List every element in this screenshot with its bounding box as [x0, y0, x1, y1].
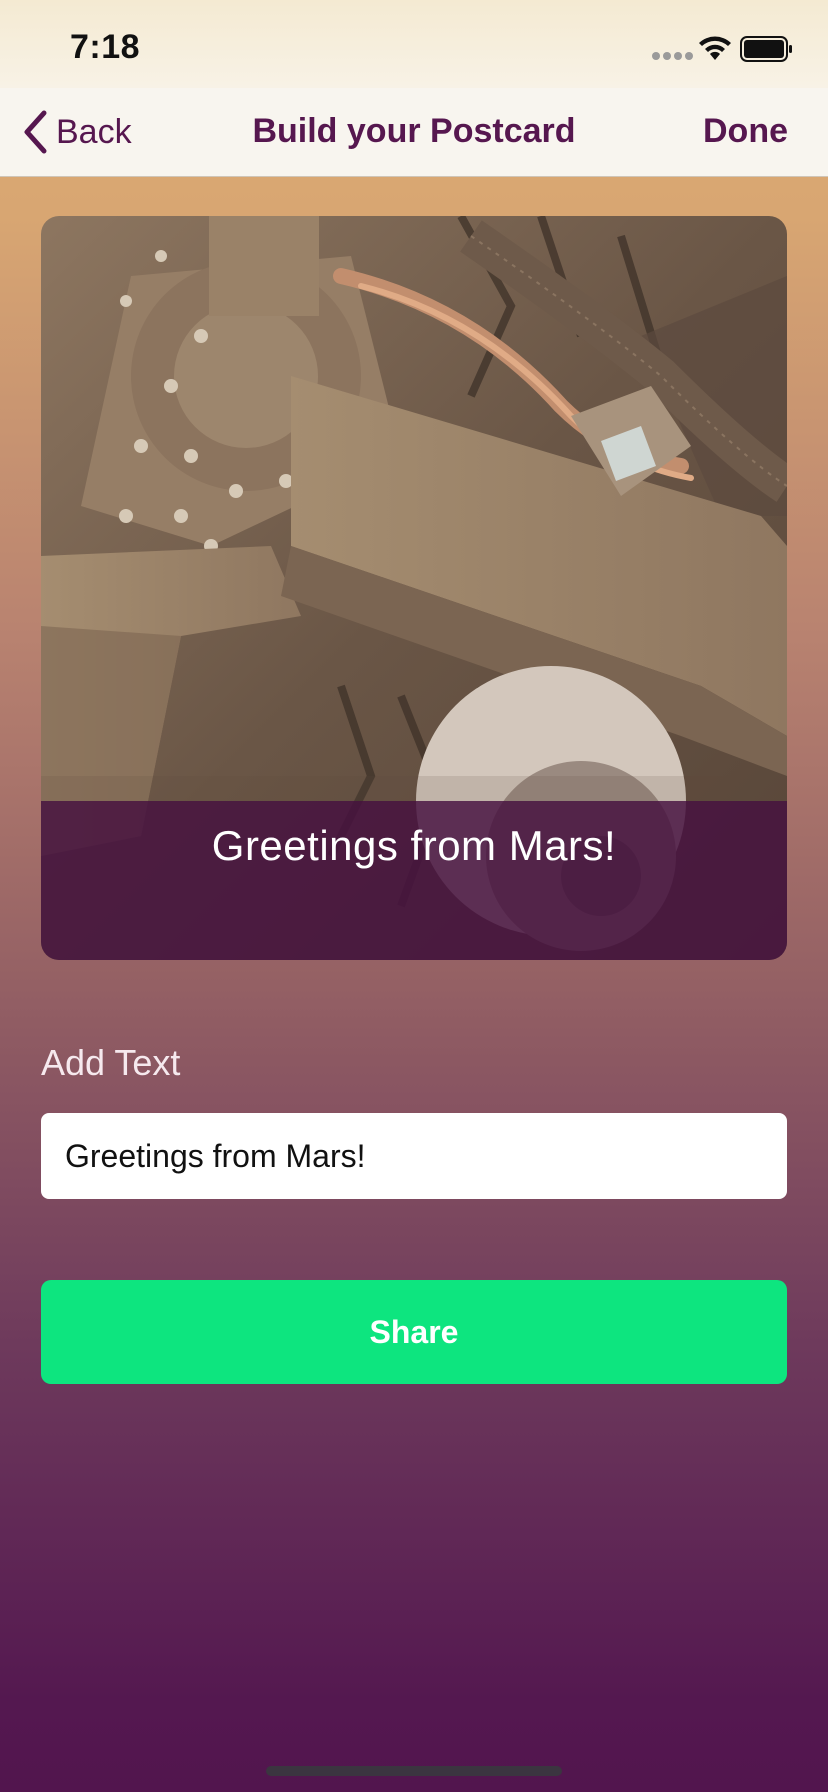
add-text-label: Add Text	[41, 1042, 181, 1083]
share-button[interactable]: Share	[41, 1280, 787, 1384]
home-indicator	[266, 1766, 562, 1776]
postcard-preview: Greetings from Mars!	[41, 216, 787, 960]
status-bar: 7:18	[0, 0, 828, 88]
signal-icon	[652, 52, 693, 60]
done-button[interactable]: Done	[703, 112, 788, 151]
postcard-text-input[interactable]	[41, 1113, 787, 1199]
status-time: 7:18	[70, 28, 141, 66]
wifi-icon	[699, 36, 731, 60]
battery-icon	[740, 36, 792, 62]
navigation-bar: Back Build your Postcard Done	[0, 88, 828, 177]
postcard-caption: Greetings from Mars!	[211, 822, 617, 869]
